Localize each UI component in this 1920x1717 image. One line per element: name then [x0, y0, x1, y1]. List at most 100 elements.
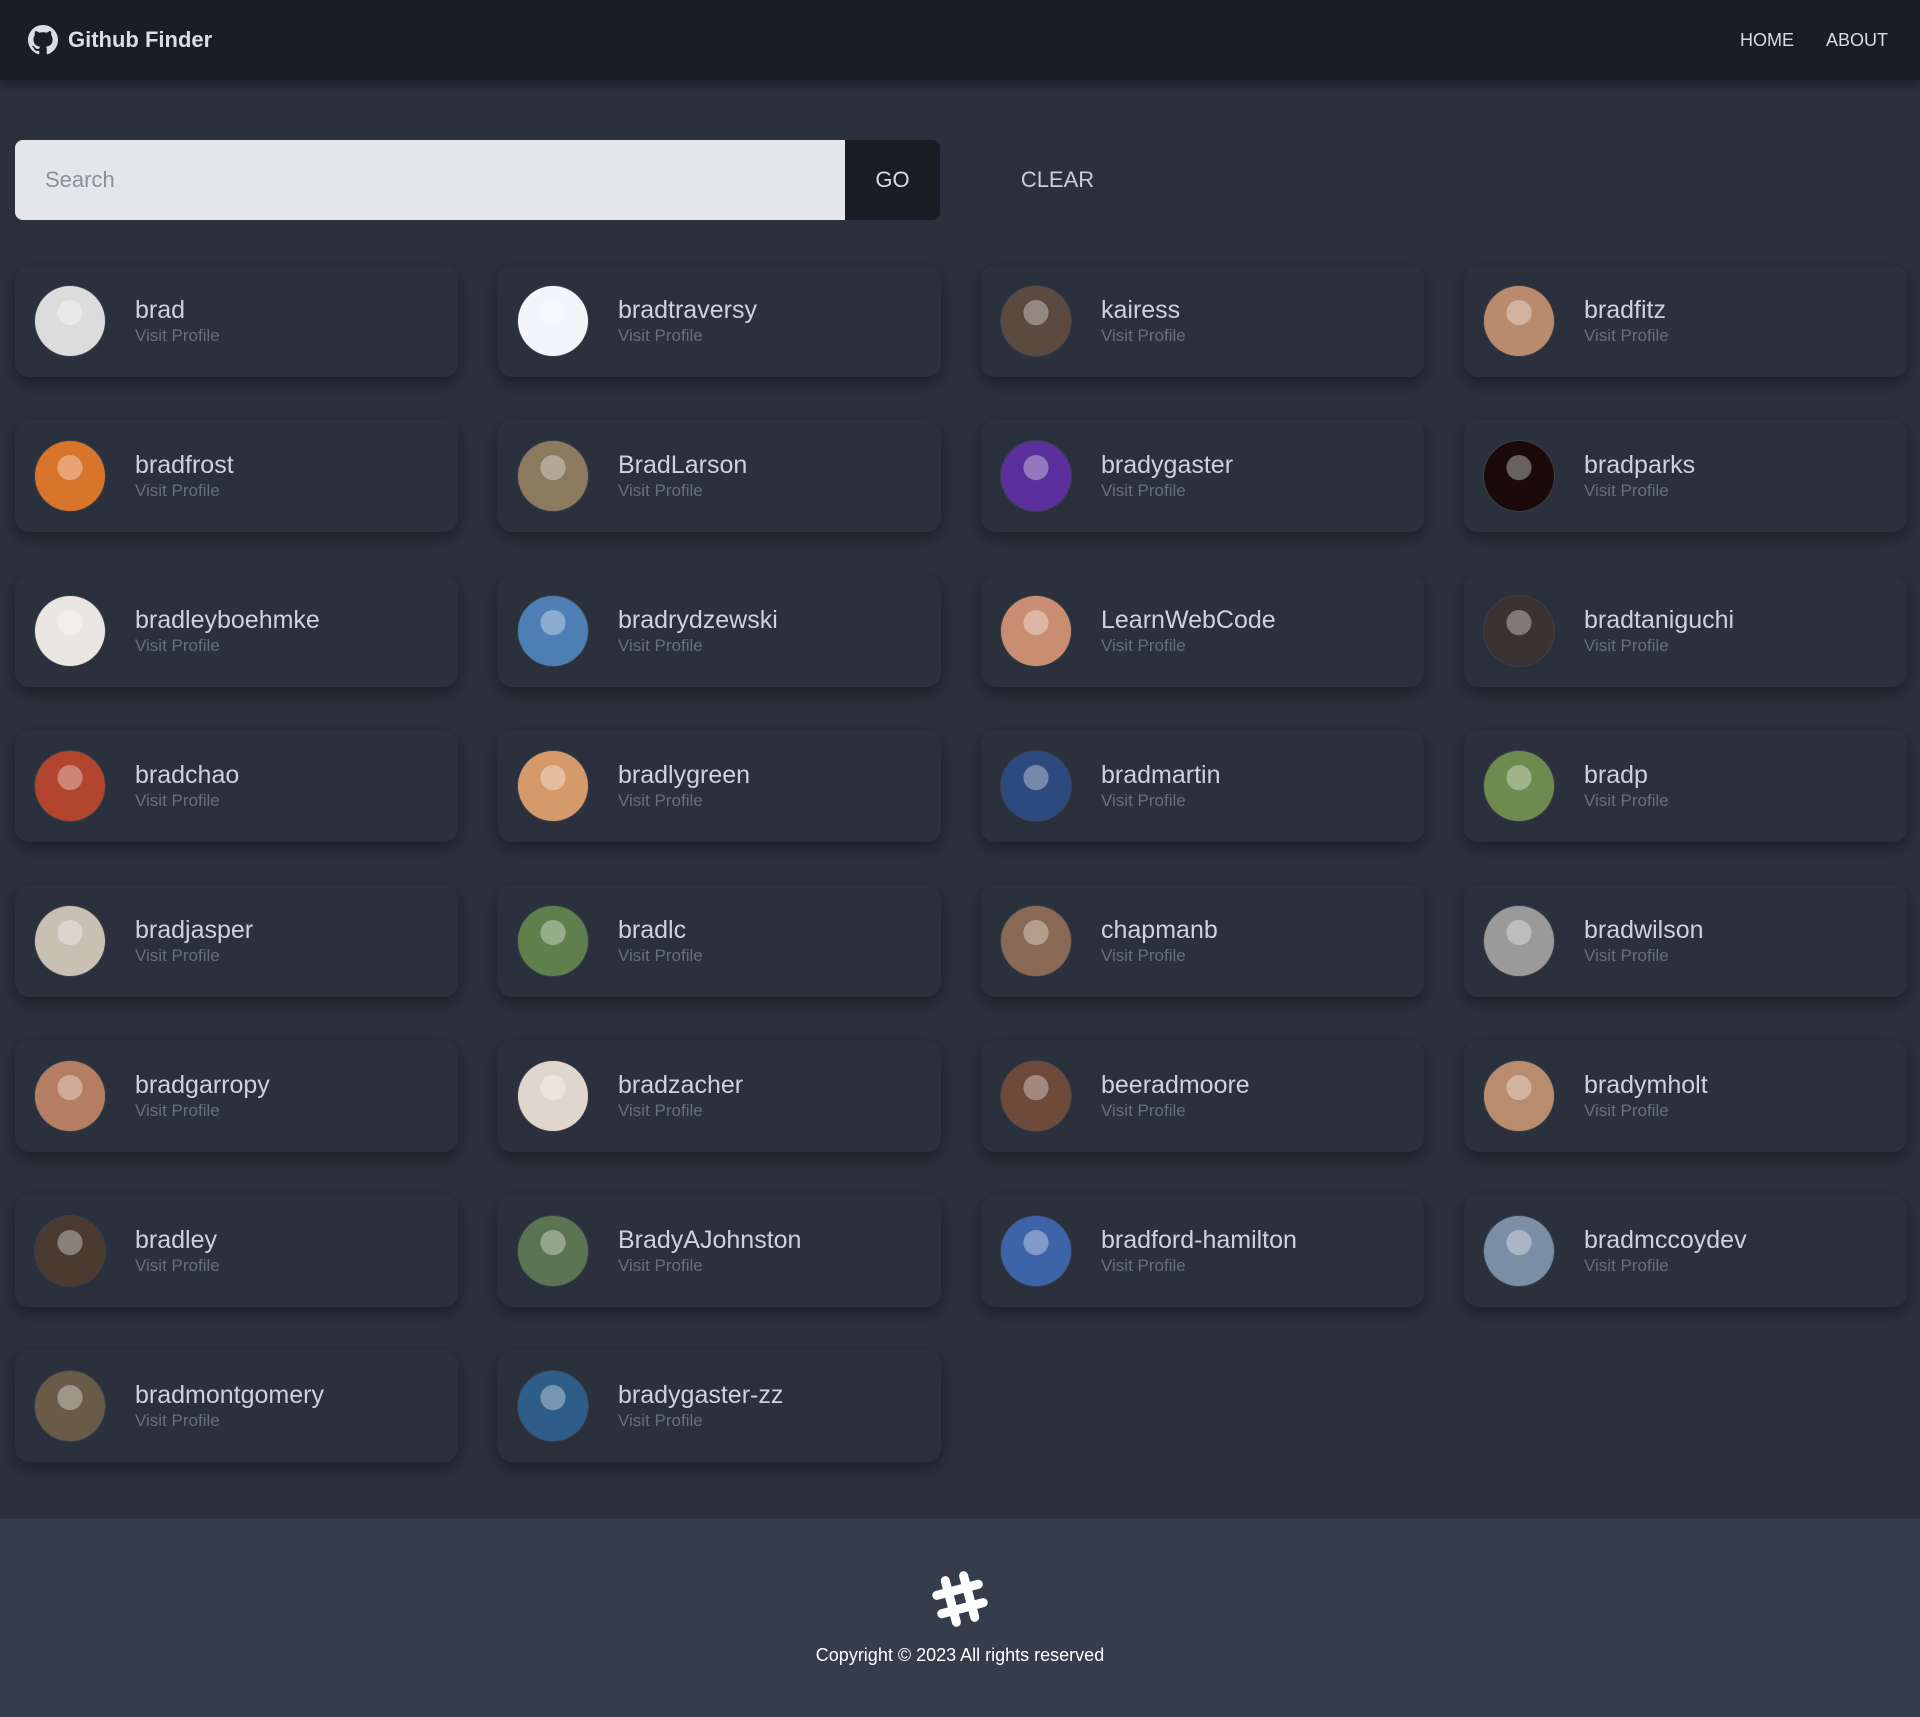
user-card: bradmontgomery Visit Profile — [15, 1350, 458, 1462]
user-login: chapmanb — [1101, 916, 1218, 944]
nav-home-link[interactable]: HOME — [1740, 30, 1794, 51]
user-login: kairess — [1101, 296, 1181, 324]
visit-profile-link[interactable]: Visit Profile — [618, 1100, 743, 1122]
visit-profile-link[interactable]: Visit Profile — [1101, 1100, 1250, 1122]
visit-profile-link[interactable]: Visit Profile — [618, 1410, 783, 1432]
visit-profile-link[interactable]: Visit Profile — [1584, 635, 1734, 657]
visit-profile-link[interactable]: Visit Profile — [1584, 945, 1704, 967]
user-card: bradmccoydev Visit Profile — [1464, 1195, 1907, 1307]
avatar[interactable] — [1001, 441, 1071, 511]
user-card-text: bradleyboehmke Visit Profile — [135, 605, 320, 657]
visit-profile-link[interactable]: Visit Profile — [618, 1255, 801, 1277]
avatar[interactable] — [1484, 441, 1554, 511]
avatar[interactable] — [35, 441, 105, 511]
visit-profile-link[interactable]: Visit Profile — [1584, 325, 1669, 347]
user-card: BradLarson Visit Profile — [498, 420, 941, 532]
avatar[interactable] — [1001, 906, 1071, 976]
user-card: bradlc Visit Profile — [498, 885, 941, 997]
visit-profile-link[interactable]: Visit Profile — [618, 945, 703, 967]
avatar[interactable] — [35, 1371, 105, 1441]
visit-profile-link[interactable]: Visit Profile — [135, 480, 234, 502]
avatar[interactable] — [1001, 596, 1071, 666]
user-login: bradwilson — [1584, 916, 1704, 944]
user-card-text: bradymholt Visit Profile — [1584, 1070, 1708, 1122]
avatar[interactable] — [1001, 286, 1071, 356]
user-login: bradchao — [135, 761, 240, 789]
visit-profile-link[interactable]: Visit Profile — [135, 945, 253, 967]
visit-profile-link[interactable]: Visit Profile — [1101, 480, 1233, 502]
avatar[interactable] — [1484, 906, 1554, 976]
user-card-text: LearnWebCode Visit Profile — [1101, 605, 1276, 657]
brand[interactable]: Github Finder — [28, 25, 212, 55]
visit-profile-link[interactable]: Visit Profile — [1584, 790, 1669, 812]
user-card-text: bradfrost Visit Profile — [135, 450, 234, 502]
user-login: bradygaster — [1101, 451, 1234, 479]
visit-profile-link[interactable]: Visit Profile — [135, 325, 220, 347]
user-card: bradparks Visit Profile — [1464, 420, 1907, 532]
user-login: bradtaniguchi — [1584, 606, 1735, 634]
user-card-text: chapmanb Visit Profile — [1101, 915, 1218, 967]
user-card: bradford-hamilton Visit Profile — [981, 1195, 1424, 1307]
avatar[interactable] — [35, 1061, 105, 1131]
avatar[interactable] — [35, 1216, 105, 1286]
nav-about-link[interactable]: ABOUT — [1826, 30, 1888, 51]
avatar[interactable] — [518, 751, 588, 821]
avatar[interactable] — [518, 1061, 588, 1131]
visit-profile-link[interactable]: Visit Profile — [1101, 635, 1276, 657]
visit-profile-link[interactable]: Visit Profile — [618, 325, 757, 347]
navbar: Github Finder HOME ABOUT — [0, 0, 1920, 80]
avatar[interactable] — [1484, 286, 1554, 356]
visit-profile-link[interactable]: Visit Profile — [1584, 1255, 1747, 1277]
visit-profile-link[interactable]: Visit Profile — [135, 635, 320, 657]
avatar[interactable] — [1001, 1216, 1071, 1286]
user-card: chapmanb Visit Profile — [981, 885, 1424, 997]
user-card: LearnWebCode Visit Profile — [981, 575, 1424, 687]
avatar[interactable] — [1484, 751, 1554, 821]
avatar[interactable] — [518, 906, 588, 976]
avatar[interactable] — [1001, 751, 1071, 821]
visit-profile-link[interactable]: Visit Profile — [135, 1255, 220, 1277]
visit-profile-link[interactable]: Visit Profile — [135, 790, 239, 812]
avatar[interactable] — [518, 1371, 588, 1441]
user-card: bradlygreen Visit Profile — [498, 730, 941, 842]
user-login: bradymholt — [1584, 1071, 1708, 1099]
avatar[interactable] — [1484, 596, 1554, 666]
avatar[interactable] — [1484, 1061, 1554, 1131]
visit-profile-link[interactable]: Visit Profile — [1101, 1255, 1297, 1277]
visit-profile-link[interactable]: Visit Profile — [1101, 790, 1221, 812]
visit-profile-link[interactable]: Visit Profile — [1584, 480, 1695, 502]
visit-profile-link[interactable]: Visit Profile — [1101, 325, 1186, 347]
avatar[interactable] — [518, 441, 588, 511]
avatar[interactable] — [35, 286, 105, 356]
user-card: bradwilson Visit Profile — [1464, 885, 1907, 997]
user-card-text: bradtaniguchi Visit Profile — [1584, 605, 1734, 657]
clear-button[interactable]: CLEAR — [990, 140, 1125, 220]
avatar[interactable] — [518, 286, 588, 356]
visit-profile-link[interactable]: Visit Profile — [618, 480, 747, 502]
user-card: bradgarropy Visit Profile — [15, 1040, 458, 1152]
avatar[interactable] — [35, 906, 105, 976]
user-card-text: bradley Visit Profile — [135, 1225, 220, 1277]
user-card: bradleyboehmke Visit Profile — [15, 575, 458, 687]
visit-profile-link[interactable]: Visit Profile — [135, 1100, 270, 1122]
visit-profile-link[interactable]: Visit Profile — [618, 790, 750, 812]
user-card: bradymholt Visit Profile — [1464, 1040, 1907, 1152]
user-card-text: bradlygreen Visit Profile — [618, 760, 750, 812]
visit-profile-link[interactable]: Visit Profile — [618, 635, 778, 657]
avatar[interactable] — [35, 751, 105, 821]
user-login: bradfrost — [135, 451, 234, 479]
search-input[interactable] — [15, 140, 845, 220]
visit-profile-link[interactable]: Visit Profile — [135, 1410, 324, 1432]
user-login: bradmontgomery — [135, 1381, 324, 1409]
user-card: beeradmoore Visit Profile — [981, 1040, 1424, 1152]
avatar[interactable] — [1484, 1216, 1554, 1286]
user-login: bradzacher — [618, 1071, 744, 1099]
visit-profile-link[interactable]: Visit Profile — [1101, 945, 1218, 967]
visit-profile-link[interactable]: Visit Profile — [1584, 1100, 1708, 1122]
avatar[interactable] — [518, 1216, 588, 1286]
user-card: bradmartin Visit Profile — [981, 730, 1424, 842]
avatar[interactable] — [35, 596, 105, 666]
avatar[interactable] — [1001, 1061, 1071, 1131]
go-button[interactable]: GO — [845, 140, 940, 220]
avatar[interactable] — [518, 596, 588, 666]
